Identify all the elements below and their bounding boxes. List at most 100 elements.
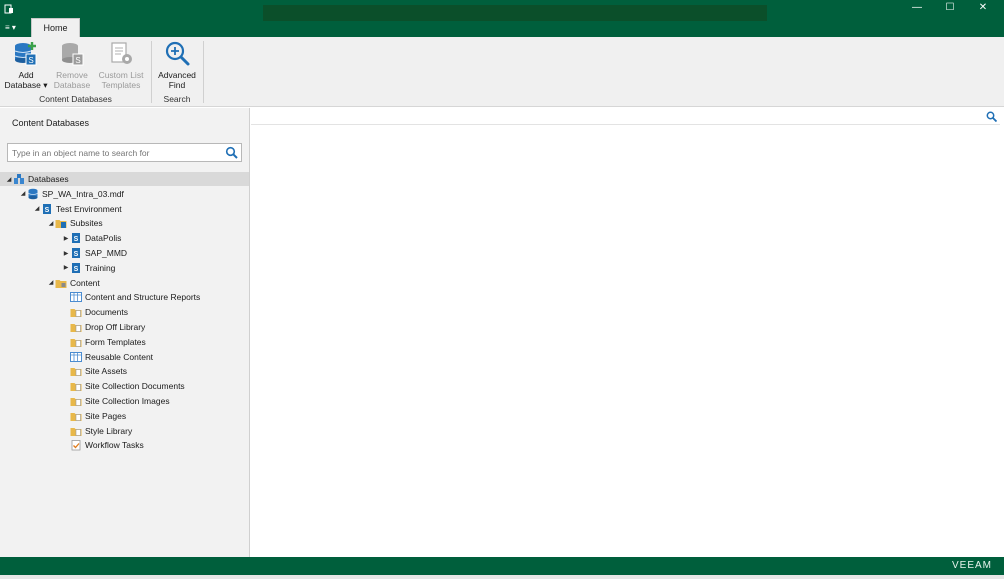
sharepoint-site-icon: S bbox=[70, 262, 82, 274]
collapse-arrow-icon[interactable]: ◢ bbox=[47, 279, 55, 286]
tree-item[interactable]: Site Assets bbox=[0, 364, 127, 378]
ribbon-separator bbox=[151, 41, 152, 103]
collapse-arrow-icon[interactable]: ◢ bbox=[47, 220, 55, 227]
tree-item-label: Drop Off Library bbox=[85, 322, 146, 332]
tree-item-label: DataPolis bbox=[85, 233, 122, 244]
add-database-button[interactable]: S Add Database ▾ bbox=[3, 40, 49, 90]
title-bar: ≡ ▾ Home — ☐ ✕ bbox=[0, 0, 1004, 37]
advanced-find-icon bbox=[165, 41, 190, 66]
tree-item[interactable]: Reusable Content bbox=[0, 350, 153, 364]
expand-arrow-icon[interactable]: ▶ bbox=[62, 250, 70, 257]
library-icon bbox=[70, 306, 82, 318]
group-label-content-databases: Content Databases bbox=[39, 94, 112, 104]
search-icon[interactable] bbox=[225, 146, 238, 159]
status-bar: VEEAM bbox=[0, 557, 1004, 575]
sharepoint-site-icon: S bbox=[41, 203, 53, 215]
tree-item[interactable]: Site Collection Documents bbox=[0, 379, 185, 393]
subsites-folder-icon bbox=[55, 217, 67, 229]
svg-text:S: S bbox=[74, 251, 79, 258]
tree-item[interactable]: Drop Off Library bbox=[0, 320, 145, 334]
remove-database-icon: S bbox=[62, 43, 84, 66]
tree-item[interactable]: ◢ S Test Environment bbox=[0, 202, 122, 216]
tree-item[interactable]: Form Templates bbox=[0, 335, 146, 349]
advanced-find-label-2: Find bbox=[168, 80, 186, 90]
remove-database-button[interactable]: S Remove Database bbox=[50, 40, 94, 90]
advanced-find-label-1: Advanced bbox=[158, 70, 196, 80]
content-folder-icon bbox=[55, 277, 67, 289]
tree-item[interactable]: ◢ Databases bbox=[0, 172, 249, 186]
tree-item[interactable]: ◢ Content bbox=[0, 276, 100, 290]
minimize-button[interactable]: — bbox=[902, 0, 932, 16]
window-title-field bbox=[263, 5, 767, 21]
databases-icon bbox=[13, 173, 25, 185]
tasks-icon bbox=[70, 439, 82, 451]
custom-list-templates-label-1: Custom List bbox=[98, 70, 144, 80]
svg-text:S: S bbox=[28, 56, 33, 65]
main-content-pane bbox=[251, 108, 1001, 557]
add-database-label-2: Database ▾ bbox=[4, 80, 48, 90]
advanced-find-button[interactable]: Advanced Find bbox=[154, 40, 200, 90]
list-icon bbox=[70, 351, 82, 363]
tree-item-label: Form Templates bbox=[85, 336, 146, 347]
app-icon bbox=[4, 4, 13, 14]
tree-item[interactable]: ▶ S Training bbox=[0, 261, 115, 275]
collapse-arrow-icon[interactable]: ◢ bbox=[33, 205, 41, 212]
tree-item-label: SAP_MMD bbox=[85, 248, 128, 258]
tree-item[interactable]: Documents bbox=[0, 305, 128, 319]
expand-arrow-icon[interactable]: ▶ bbox=[62, 235, 70, 242]
tree-item-label: Documents bbox=[85, 307, 128, 318]
ribbon: S Add Database ▾ S Remove Database Custo… bbox=[0, 37, 1004, 107]
tree-item-label: Training bbox=[85, 262, 116, 273]
add-database-label-1: Add bbox=[18, 70, 34, 80]
taskbar-strip bbox=[0, 575, 1004, 579]
tree-item-label: Subsites bbox=[70, 218, 103, 229]
object-search-input[interactable] bbox=[8, 144, 218, 161]
add-database-icon: S bbox=[14, 42, 37, 66]
library-icon bbox=[70, 365, 82, 377]
tree-item-label: SP_WA_Intra_03.mdf bbox=[42, 188, 124, 199]
main-search-bar[interactable] bbox=[251, 108, 1000, 125]
search-icon[interactable] bbox=[986, 111, 997, 122]
collapse-arrow-icon[interactable]: ◢ bbox=[5, 176, 13, 183]
tree-item-label: Site Pages bbox=[85, 410, 127, 421]
pane-title: Content Databases bbox=[12, 118, 90, 128]
svg-text:S: S bbox=[75, 56, 80, 65]
remove-database-label-1: Remove bbox=[56, 70, 88, 80]
tree-item[interactable]: Site Pages bbox=[0, 409, 126, 423]
tree-item-label: Site Collection Images bbox=[85, 396, 170, 406]
custom-list-templates-label-2: Templates bbox=[101, 80, 141, 90]
library-icon bbox=[70, 380, 82, 392]
main-menu-button[interactable]: ≡ ▾ bbox=[5, 19, 23, 35]
library-icon bbox=[70, 410, 82, 422]
maximize-button[interactable]: ☐ bbox=[935, 0, 965, 16]
content-databases-pane: Content Databases ◢Databases◢SP_WA_Intra… bbox=[0, 108, 250, 557]
svg-text:S: S bbox=[74, 266, 79, 273]
collapse-arrow-icon[interactable]: ◢ bbox=[19, 190, 27, 197]
veeam-logo: VEEAM bbox=[951, 560, 992, 571]
tab-home[interactable]: Home bbox=[31, 18, 80, 37]
tree-item-label: Site Assets bbox=[85, 366, 128, 377]
tree-item[interactable]: Style Library bbox=[0, 424, 132, 438]
expand-arrow-icon[interactable]: ▶ bbox=[62, 264, 70, 271]
ribbon-separator bbox=[203, 41, 204, 103]
custom-list-templates-icon bbox=[111, 42, 132, 64]
library-icon bbox=[70, 321, 82, 333]
custom-list-templates-button[interactable]: Custom List Templates bbox=[94, 40, 148, 90]
library-icon bbox=[70, 336, 82, 348]
group-label-search: Search bbox=[163, 94, 191, 104]
tree-item[interactable]: Content and Structure Reports bbox=[0, 290, 200, 304]
list-icon bbox=[70, 291, 82, 303]
tree-item[interactable]: ◢ SP_WA_Intra_03.mdf bbox=[0, 187, 124, 201]
tree-item-label: Site Collection Documents bbox=[85, 381, 185, 392]
database-icon bbox=[27, 188, 39, 200]
svg-text:S: S bbox=[74, 236, 79, 243]
tree-item[interactable]: ◢ Subsites bbox=[0, 216, 103, 230]
tree-item[interactable]: Workflow Tasks bbox=[0, 438, 144, 452]
tree-item-label: Reusable Content bbox=[85, 351, 154, 362]
svg-text:S: S bbox=[45, 207, 50, 214]
tree-item[interactable]: ▶ S SAP_MMD bbox=[0, 246, 127, 260]
tree-item[interactable]: ▶ S DataPolis bbox=[0, 231, 121, 245]
tree-item[interactable]: Site Collection Images bbox=[0, 394, 170, 408]
tree-item-label: Workflow Tasks bbox=[85, 440, 144, 451]
close-button[interactable]: ✕ bbox=[968, 0, 998, 16]
